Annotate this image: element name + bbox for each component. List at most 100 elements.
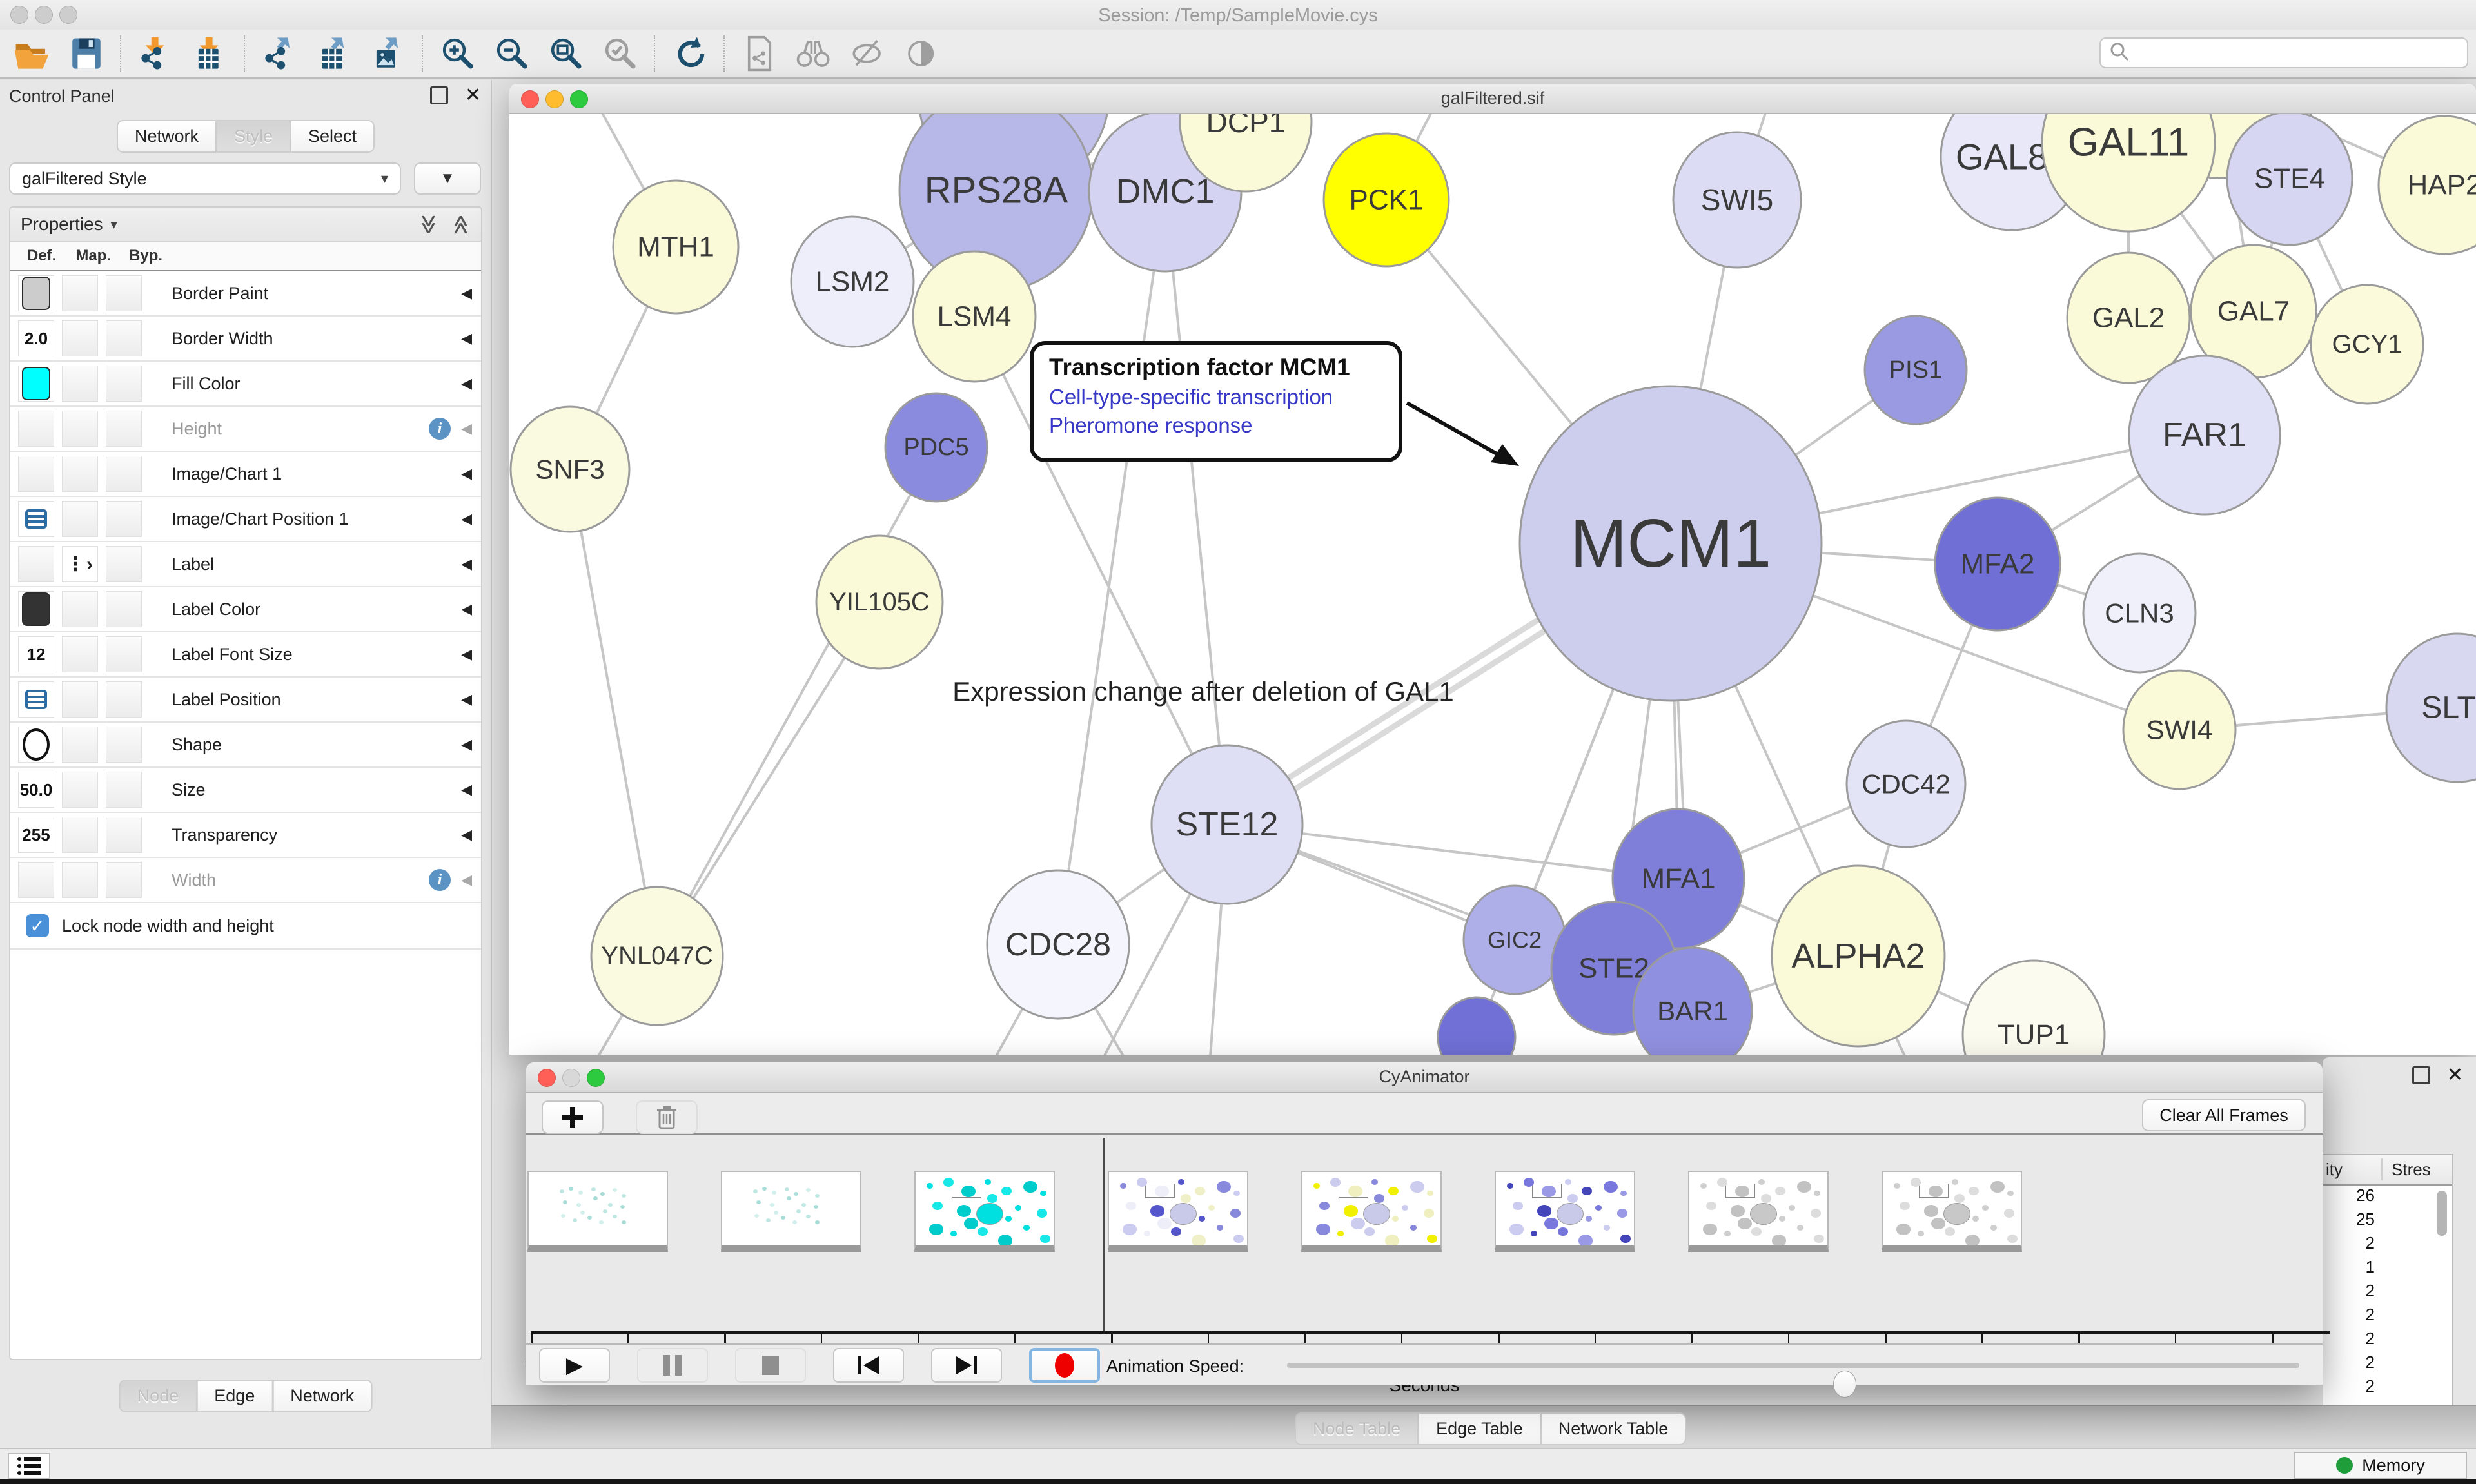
expand-row-icon[interactable]: ◀	[461, 781, 472, 798]
annotation-link-2[interactable]: Pheromone response	[1049, 413, 1383, 438]
cyanimator-titlebar[interactable]: CyAnimator	[526, 1062, 2323, 1093]
node-swi4[interactable]: SWI4	[2123, 670, 2235, 789]
node-pck1[interactable]: PCK1	[1324, 133, 1449, 266]
frame-thumbnail-5s[interactable]	[1495, 1171, 1635, 1252]
lock-size-checkbox[interactable]: ✓	[26, 914, 49, 937]
table-row[interactable]: 2	[2323, 1281, 2452, 1305]
edge-DMC1-STE12[interactable]	[1165, 191, 1227, 825]
property-row-border-paint[interactable]: Border Paint◀	[10, 271, 481, 317]
tab-edge-table[interactable]: Edge Table	[1418, 1412, 1540, 1445]
node-slt2[interactable]: SLT2	[2386, 634, 2476, 782]
property-row-image-chart-1[interactable]: Image/Chart 1◀	[10, 452, 481, 497]
bypass-cell[interactable]	[106, 546, 142, 582]
tab-select[interactable]: Select	[290, 120, 375, 153]
open-session-button[interactable]	[5, 33, 59, 74]
slider-thumb[interactable]	[1833, 1371, 1856, 1398]
tab-network[interactable]: Network	[272, 1380, 372, 1412]
add-frame-button[interactable]	[542, 1100, 604, 1134]
frame-thumbnail-3s[interactable]	[1108, 1171, 1248, 1252]
bypass-cell[interactable]	[106, 366, 142, 402]
export-network-button[interactable]	[253, 33, 307, 74]
node-gcy1[interactable]: GCY1	[2311, 285, 2423, 404]
property-row-transparency[interactable]: 255Transparency◀	[10, 813, 481, 858]
property-row-shape[interactable]: Shape◀	[10, 723, 481, 768]
mapping-cell[interactable]	[62, 411, 98, 447]
close-panel-icon[interactable]: ✕	[2447, 1068, 2463, 1082]
clear-all-frames-button[interactable]: Clear All Frames	[2142, 1099, 2306, 1131]
bypass-cell[interactable]	[106, 411, 142, 447]
frame-thumbnail-4s[interactable]	[1301, 1171, 1442, 1252]
refresh-button[interactable]	[663, 33, 717, 74]
mapping-cell[interactable]	[62, 862, 98, 898]
network-canvas[interactable]: RPS28BRPS28ADMC1DCP1PCK1MTH1LSM2LSM4SNF3…	[509, 114, 2476, 1055]
node-snf3[interactable]: SNF3	[511, 407, 629, 532]
expand-row-icon[interactable]: ◀	[461, 285, 472, 302]
tab-node-table[interactable]: Node Table	[1295, 1412, 1418, 1445]
node-mcm1[interactable]: MCM1	[1520, 386, 1822, 701]
bypass-cell[interactable]	[106, 772, 142, 808]
expand-row-icon[interactable]: ◀	[461, 556, 472, 572]
node-table-header[interactable]: ity Stres	[2323, 1155, 2452, 1186]
info-icon[interactable]: i	[429, 869, 451, 891]
node-cdc28[interactable]: CDC28	[987, 870, 1129, 1019]
default-cell[interactable]	[18, 411, 54, 447]
expand-row-icon[interactable]: ◀	[461, 330, 472, 347]
bypass-cell[interactable]	[106, 817, 142, 853]
expand-all-icon[interactable]: ≫	[417, 214, 440, 234]
default-cell[interactable]: 255	[18, 817, 54, 853]
timeline-playhead[interactable]	[1103, 1138, 1105, 1331]
bypass-cell[interactable]	[106, 591, 142, 627]
info-icon[interactable]: i	[429, 418, 451, 440]
default-cell[interactable]	[18, 501, 54, 537]
table-row[interactable]: 2	[2323, 1352, 2452, 1376]
default-cell[interactable]	[18, 862, 54, 898]
expand-row-icon[interactable]: ◀	[461, 646, 472, 663]
property-row-label-font-size[interactable]: 12Label Font Size◀	[10, 632, 481, 678]
tab-edge[interactable]: Edge	[196, 1380, 272, 1412]
mcm1-annotation[interactable]: Transcription factor MCM1 Cell-type-spec…	[1030, 341, 1402, 462]
expand-row-icon[interactable]: ◀	[461, 826, 472, 843]
search-input[interactable]	[2099, 37, 2468, 68]
node-pdc5[interactable]: PDC5	[885, 393, 987, 502]
property-row-label-color[interactable]: Label Color◀	[10, 587, 481, 632]
node-lsm4[interactable]: LSM4	[913, 251, 1036, 382]
node-ynl047c[interactable]: YNL047C	[591, 887, 723, 1025]
cyanimator-timeline[interactable]: 0123456789 Seconds	[526, 1135, 2323, 1343]
node-cdc42[interactable]: CDC42	[1847, 721, 1965, 847]
expand-row-icon[interactable]: ◀	[461, 420, 472, 437]
default-cell[interactable]	[18, 591, 54, 627]
node-mfa2[interactable]: MFA2	[1935, 498, 2060, 630]
frame-thumbnail-2s[interactable]	[914, 1171, 1055, 1252]
mapping-cell[interactable]	[62, 591, 98, 627]
property-row-label[interactable]: ⋮›Label◀	[10, 542, 481, 587]
float-panel-icon[interactable]	[430, 86, 448, 104]
mapping-cell[interactable]	[62, 320, 98, 356]
expand-row-icon[interactable]: ◀	[461, 511, 472, 527]
node-far1[interactable]: FAR1	[2129, 356, 2280, 514]
zoom-in-button[interactable]	[431, 33, 485, 74]
bypass-cell[interactable]	[106, 456, 142, 492]
table-row[interactable]: 25	[2323, 1209, 2452, 1233]
close-panel-icon[interactable]: ✕	[465, 88, 481, 103]
properties-header[interactable]: Properties ▾ ≫ ≫	[10, 208, 481, 242]
default-cell[interactable]	[18, 366, 54, 402]
node-gal11[interactable]: GAL11	[2042, 114, 2215, 231]
edge-DMC1-CDC28[interactable]	[1058, 191, 1165, 944]
node-swi5[interactable]: SWI5	[1673, 132, 1801, 268]
table-row[interactable]: 1	[2323, 1257, 2452, 1281]
tab-network-table[interactable]: Network Table	[1540, 1412, 1687, 1445]
node-mth1[interactable]: MTH1	[613, 181, 738, 313]
table-scrollbar[interactable]	[2437, 1191, 2447, 1236]
table-row[interactable]: 2	[2323, 1233, 2452, 1257]
mapping-cell[interactable]	[62, 366, 98, 402]
mapping-cell[interactable]	[62, 501, 98, 537]
column-stress[interactable]: Stres	[2392, 1160, 2431, 1180]
node-purp[interactable]	[1438, 997, 1515, 1055]
style-selector[interactable]: galFiltered Style ▾	[9, 162, 401, 195]
property-row-image-chart-position-1[interactable]: Image/Chart Position 1◀	[10, 497, 481, 542]
column-radiality[interactable]: ity	[2326, 1160, 2343, 1180]
node-ste12[interactable]: STE12	[1152, 745, 1302, 904]
property-row-size[interactable]: 50.0Size◀	[10, 768, 481, 813]
node-pis1[interactable]: PIS1	[1865, 316, 1967, 424]
bypass-cell[interactable]	[106, 862, 142, 898]
